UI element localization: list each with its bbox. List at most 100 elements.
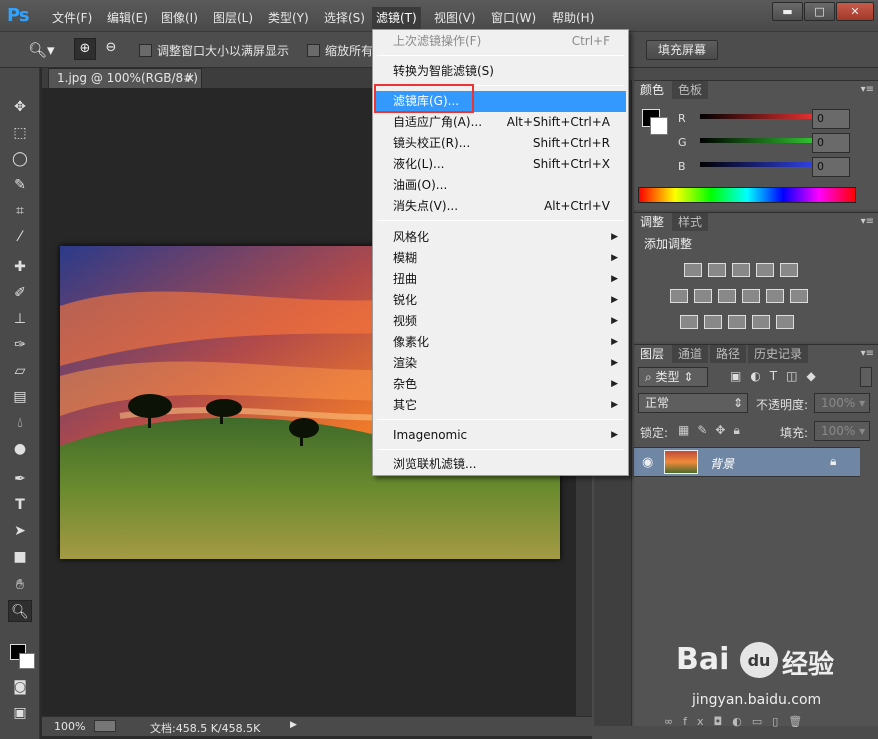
layer-row[interactable]: ◉ 背景 🔒︎: [634, 447, 860, 477]
type-tool-icon[interactable]: T: [8, 494, 32, 516]
quick-mask-icon[interactable]: ◙: [8, 676, 32, 698]
menu-item-adaptive-wide-angle[interactable]: 自适应广角(A)... Alt+Shift+Ctrl+A: [375, 112, 626, 133]
opacity-input[interactable]: 100% ▾: [814, 393, 870, 413]
tab-history[interactable]: 历史记录: [748, 345, 809, 363]
blue-value[interactable]: 0: [812, 157, 850, 177]
menu-image[interactable]: 图像(I): [159, 9, 200, 27]
lasso-tool-icon[interactable]: ◯: [8, 148, 32, 170]
menu-item-liquify[interactable]: 液化(L)... Shift+Ctrl+X: [375, 154, 626, 175]
layer-filter-select[interactable]: ⌕ 类型 ⇕: [638, 367, 708, 387]
blend-mode-select[interactable]: 正常 ⇕: [638, 393, 748, 413]
dodge-tool-icon[interactable]: ●: [8, 438, 32, 460]
clone-stamp-tool-icon[interactable]: ⊥: [8, 308, 32, 330]
fill-screen-button[interactable]: 填充屏幕: [646, 40, 718, 60]
menu-view[interactable]: 视图(V): [432, 9, 478, 27]
menu-item-distort[interactable]: 扭曲 ▶: [375, 269, 626, 290]
lock-icons[interactable]: ▦✎✥🔒︎: [678, 423, 758, 439]
zoom-tool-preset-icon[interactable]: 🔍︎▾: [28, 40, 64, 60]
blur-tool-icon[interactable]: 💧︎: [8, 412, 32, 434]
red-value[interactable]: 0: [812, 109, 850, 129]
brush-tool-icon[interactable]: ✐: [8, 282, 32, 304]
eye-icon[interactable]: ◉: [642, 455, 653, 470]
status-menu-arrow-icon[interactable]: ▶: [290, 720, 297, 730]
document-tab-close-icon[interactable]: ×: [185, 69, 195, 88]
filter-toggle[interactable]: [860, 367, 872, 387]
move-tool-icon[interactable]: ✥: [8, 96, 32, 118]
menu-item-other[interactable]: 其它 ▶: [375, 395, 626, 416]
resize-windows-checkbox[interactable]: [139, 44, 152, 57]
gradient-map-icon[interactable]: [776, 315, 794, 329]
menu-help[interactable]: 帮助(H): [550, 9, 596, 27]
layers-panel-menu-icon[interactable]: ▾≡: [861, 348, 874, 359]
tab-paths[interactable]: 路径: [710, 345, 747, 363]
menu-edit[interactable]: 编辑(E): [105, 9, 150, 27]
menu-item-imagenomic[interactable]: Imagenomic ▶: [375, 425, 626, 446]
photo-filter-icon[interactable]: [742, 289, 760, 303]
blue-slider[interactable]: [700, 162, 812, 167]
adjustments-panel-menu-icon[interactable]: ▾≡: [861, 216, 874, 227]
layer-filter-icons[interactable]: ▣◐T◫◆: [730, 369, 850, 385]
menu-item-browse-online[interactable]: 浏览联机滤镜...: [375, 454, 626, 475]
menu-item-sharpen[interactable]: 锐化 ▶: [375, 290, 626, 311]
vibrance-icon[interactable]: [780, 263, 798, 277]
menu-filter[interactable]: 滤镜(T): [372, 7, 421, 29]
pen-tool-icon[interactable]: ✒: [8, 468, 32, 490]
red-slider[interactable]: [700, 114, 812, 119]
tab-layers[interactable]: 图层: [634, 345, 671, 363]
posterize-icon[interactable]: [704, 315, 722, 329]
zoom-level[interactable]: 100%: [54, 720, 85, 733]
tab-channels[interactable]: 通道: [672, 345, 709, 363]
fill-input[interactable]: 100% ▾: [814, 421, 870, 441]
brightness-icon[interactable]: [684, 263, 702, 277]
menu-layer[interactable]: 图层(L): [211, 9, 255, 27]
menu-item-render[interactable]: 渲染 ▶: [375, 353, 626, 374]
tab-adjustments[interactable]: 调整: [634, 213, 671, 231]
gradient-tool-icon[interactable]: ▤: [8, 386, 32, 408]
black-white-icon[interactable]: [718, 289, 736, 303]
path-select-tool-icon[interactable]: ➤: [8, 520, 32, 542]
menu-file[interactable]: 文件(F): [50, 9, 94, 27]
background-color-swatch[interactable]: [19, 653, 35, 669]
eyedropper-tool-icon[interactable]: ⁄: [8, 226, 32, 248]
maximize-button[interactable]: □: [804, 2, 835, 21]
menu-item-lens-correction[interactable]: 镜头校正(R)... Shift+Ctrl+R: [375, 133, 626, 154]
color-balance-icon[interactable]: [694, 289, 712, 303]
zoom-all-checkbox[interactable]: [307, 44, 320, 57]
levels-icon[interactable]: [708, 263, 726, 277]
zoom-out-icon[interactable]: ⊖: [100, 38, 122, 60]
menu-item-vanishing-point[interactable]: 消失点(V)... Alt+Ctrl+V: [375, 196, 626, 217]
zoom-tool-icon[interactable]: 🔍︎: [8, 600, 32, 622]
close-button[interactable]: ✕: [836, 2, 874, 21]
invert-icon[interactable]: [680, 315, 698, 329]
rectangle-tool-icon[interactable]: ■: [8, 546, 32, 568]
exposure-icon[interactable]: [756, 263, 774, 277]
channel-mixer-icon[interactable]: [766, 289, 784, 303]
menu-item-video[interactable]: 视频 ▶: [375, 311, 626, 332]
menu-type[interactable]: 类型(Y): [266, 9, 311, 27]
tab-swatches[interactable]: 色板: [672, 81, 709, 99]
menu-item-stylize[interactable]: 风格化 ▶: [375, 227, 626, 248]
menu-select[interactable]: 选择(S): [322, 9, 367, 27]
hand-tool-icon[interactable]: ✋︎: [8, 574, 32, 596]
menu-item-pixelate[interactable]: 像素化 ▶: [375, 332, 626, 353]
threshold-icon[interactable]: [728, 315, 746, 329]
layer-name[interactable]: 背景: [710, 455, 734, 472]
curves-icon[interactable]: [732, 263, 750, 277]
menu-item-smart-filter[interactable]: 转换为智能滤镜(S): [375, 61, 626, 82]
eraser-tool-icon[interactable]: ▱: [8, 360, 32, 382]
hue-saturation-icon[interactable]: [670, 289, 688, 303]
menu-item-oil-paint[interactable]: 油画(O)...: [375, 175, 626, 196]
healing-brush-tool-icon[interactable]: ✚: [8, 256, 32, 278]
tab-styles[interactable]: 样式: [672, 213, 709, 231]
history-brush-tool-icon[interactable]: ✑: [8, 334, 32, 356]
color-spectrum[interactable]: [638, 187, 856, 203]
tab-color[interactable]: 颜色: [634, 81, 671, 99]
menu-window[interactable]: 窗口(W): [489, 9, 538, 27]
marquee-tool-icon[interactable]: ⬚: [8, 122, 32, 144]
zoom-in-icon[interactable]: ⊕: [74, 38, 96, 60]
menu-item-blur[interactable]: 模糊 ▶: [375, 248, 626, 269]
green-slider[interactable]: [700, 138, 812, 143]
document-tab[interactable]: 1.jpg @ 100%(RGB/8#) ×: [48, 68, 202, 88]
green-value[interactable]: 0: [812, 133, 850, 153]
minimize-button[interactable]: ▬: [772, 2, 803, 21]
